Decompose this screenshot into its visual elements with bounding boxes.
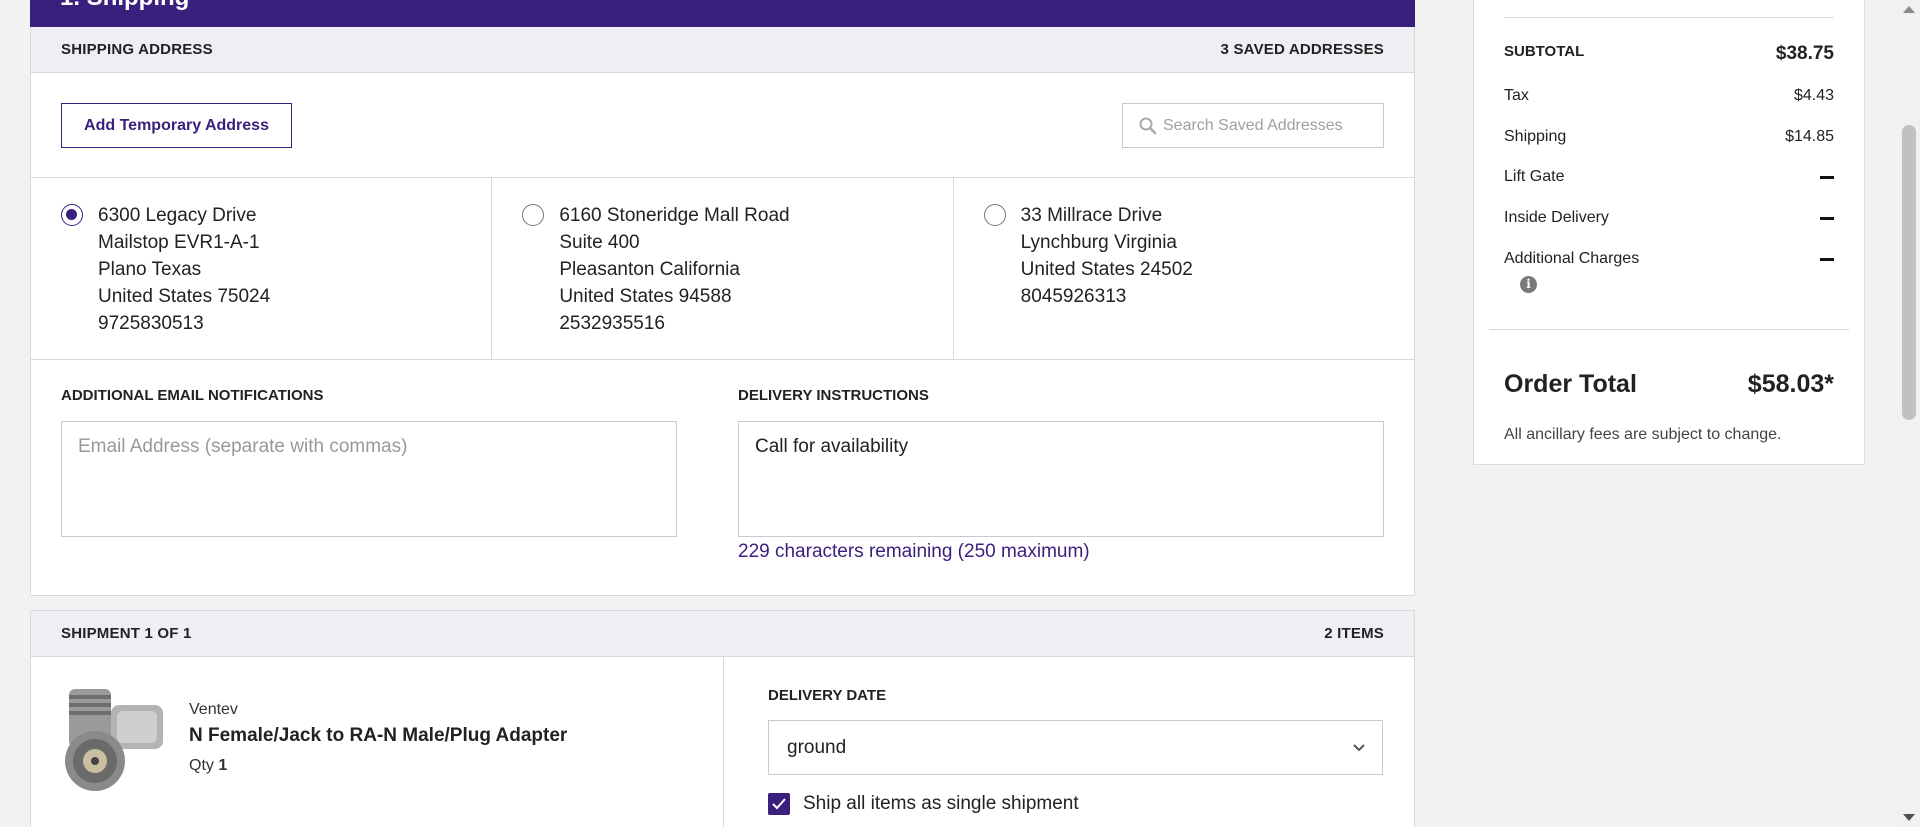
address-phone: 8045926313: [1020, 286, 1127, 307]
order-summary: SUBTOTAL $38.75 Tax $4.43 Shipping $14.8…: [1473, 0, 1865, 465]
search-input[interactable]: [1163, 116, 1373, 135]
shipment-bar: SHIPMENT 1 OF 1 2 ITEMS: [31, 611, 1414, 657]
shipping-value: $14.85: [1785, 128, 1834, 145]
tax-value: $4.43: [1793, 87, 1834, 104]
shipping-card: SHIPPING ADDRESS 3 SAVED ADDRESSES Add T…: [30, 27, 1415, 596]
scroll-up-arrow[interactable]: [1903, 6, 1915, 13]
email-notifications-field[interactable]: [61, 421, 677, 537]
qty-label: Qty: [189, 757, 214, 774]
address-option-3[interactable]: 33 Millrace Drive Lynchburg Virginia Uni…: [952, 178, 1414, 359]
single-shipment-label: Ship all items as single shipment: [803, 793, 1079, 814]
inside-delivery-label: Inside Delivery: [1504, 209, 1609, 226]
address-toolbar: Add Temporary Address: [31, 73, 1414, 178]
notifications-instructions: ADDITIONAL EMAIL NOTIFICATIONS DELIVERY …: [31, 360, 1414, 595]
lift-gate-dash: [1820, 176, 1834, 179]
summary-subtotal: SUBTOTAL $38.75: [1504, 43, 1834, 65]
qty-value: 1: [218, 757, 228, 774]
summary-divider: [1489, 329, 1849, 330]
scroll-down-arrow[interactable]: [1903, 814, 1915, 821]
info-icon[interactable]: i: [1520, 276, 1537, 293]
summary-shipping: Shipping $14.85: [1504, 128, 1834, 146]
saved-addresses-count: 3 SAVED ADDRESSES: [1220, 41, 1384, 58]
delivery-date-select[interactable]: ground: [768, 720, 1383, 775]
address-radio-3[interactable]: [983, 204, 1006, 226]
order-total-value: $58.03*: [1747, 370, 1834, 398]
address-option-1[interactable]: 6300 Legacy Drive Mailstop EVR1-A-1 Plan…: [31, 178, 491, 359]
fees-note: All ancillary fees are subject to change…: [1504, 426, 1782, 443]
single-shipment-option[interactable]: Ship all items as single shipment: [768, 793, 1079, 815]
search-icon: [1139, 117, 1157, 134]
address-line: United States 75024: [98, 286, 271, 307]
summary-additional-charges: Additional Charges: [1504, 250, 1834, 268]
chevron-down-icon: [1353, 743, 1365, 751]
address-line: 6300 Legacy Drive: [98, 205, 257, 226]
address-options: 6300 Legacy Drive Mailstop EVR1-A-1 Plan…: [31, 178, 1414, 360]
summary-lift-gate: Lift Gate: [1504, 168, 1834, 186]
shipment-item-count: 2 ITEMS: [1324, 625, 1384, 642]
shipment-heading: SHIPMENT 1 OF 1: [61, 625, 192, 642]
shipment-body: Ventev N Female/Jack to RA-N Male/Plug A…: [31, 657, 1414, 827]
additional-charges-dash: [1820, 258, 1834, 261]
product-image: [65, 689, 163, 791]
delivery-instructions-label: DELIVERY INSTRUCTIONS: [738, 387, 929, 404]
shipping-address-bar: SHIPPING ADDRESS 3 SAVED ADDRESSES: [31, 27, 1414, 73]
delivery-date-value: ground: [787, 736, 847, 758]
address-option-2[interactable]: 6160 Stoneridge Mall Road Suite 400 Plea…: [491, 178, 952, 359]
inside-delivery-dash: [1820, 217, 1834, 220]
delivery-instructions-field[interactable]: Call for availability: [738, 421, 1384, 537]
shipping-address-heading: SHIPPING ADDRESS: [61, 41, 213, 58]
address-line: 6160 Stoneridge Mall Road: [559, 205, 790, 226]
delivery-date-label: DELIVERY DATE: [768, 687, 887, 704]
shipping-label: Shipping: [1504, 128, 1567, 145]
address-line: Lynchburg Virginia: [1020, 232, 1177, 253]
add-temporary-address-button[interactable]: Add Temporary Address: [61, 103, 292, 148]
address-phone: 2532935516: [559, 313, 665, 334]
address-radio-1[interactable]: [61, 204, 83, 226]
address-radio-2[interactable]: [522, 204, 545, 226]
subtotal-value: $38.75: [1775, 43, 1834, 64]
summary-top-divider: [1504, 17, 1834, 18]
product-brand: Ventev: [189, 701, 238, 718]
product-name[interactable]: N Female/Jack to RA-N Male/Plug Adapter: [189, 725, 567, 747]
address-line: Pleasanton California: [559, 259, 740, 280]
scroll-thumb[interactable]: [1902, 125, 1916, 420]
address-line: United States 24502: [1020, 259, 1193, 280]
address-line: 33 Millrace Drive: [1020, 205, 1163, 226]
section-title-bar: 1. Shipping: [30, 0, 1415, 27]
summary-tax: Tax $4.43: [1504, 87, 1834, 105]
address-line: Suite 400: [559, 232, 640, 253]
address-line: United States 94588: [559, 286, 732, 307]
address-phone: 9725830513: [98, 313, 204, 334]
char-remaining-counter: 229 characters remaining (250 maximum): [738, 541, 1090, 562]
search-saved-addresses[interactable]: [1122, 103, 1384, 148]
lift-gate-label: Lift Gate: [1504, 168, 1565, 185]
page-scrollbar[interactable]: [1897, 0, 1920, 827]
address-line: Plano Texas: [98, 259, 202, 280]
section-title: 1. Shipping: [60, 0, 189, 11]
check-icon: [772, 798, 786, 810]
single-shipment-checkbox[interactable]: [768, 793, 790, 815]
email-notifications-label: ADDITIONAL EMAIL NOTIFICATIONS: [61, 387, 324, 404]
subtotal-label: SUBTOTAL: [1504, 43, 1585, 60]
additional-charges-label: Additional Charges: [1504, 250, 1640, 267]
address-line: Mailstop EVR1-A-1: [98, 232, 260, 253]
shipment-card: SHIPMENT 1 OF 1 2 ITEMS Ventev N Female/…: [30, 610, 1415, 827]
product-qty: Qty 1: [189, 757, 227, 775]
tax-label: Tax: [1504, 87, 1529, 104]
order-total-label: Order Total: [1504, 370, 1637, 398]
summary-inside-delivery: Inside Delivery: [1504, 209, 1834, 227]
shipment-divider: [723, 657, 724, 827]
order-total: Order Total $58.03*: [1504, 370, 1834, 399]
checkout-main: 1. Shipping SHIPPING ADDRESS 3 SAVED ADD…: [30, 0, 1415, 827]
